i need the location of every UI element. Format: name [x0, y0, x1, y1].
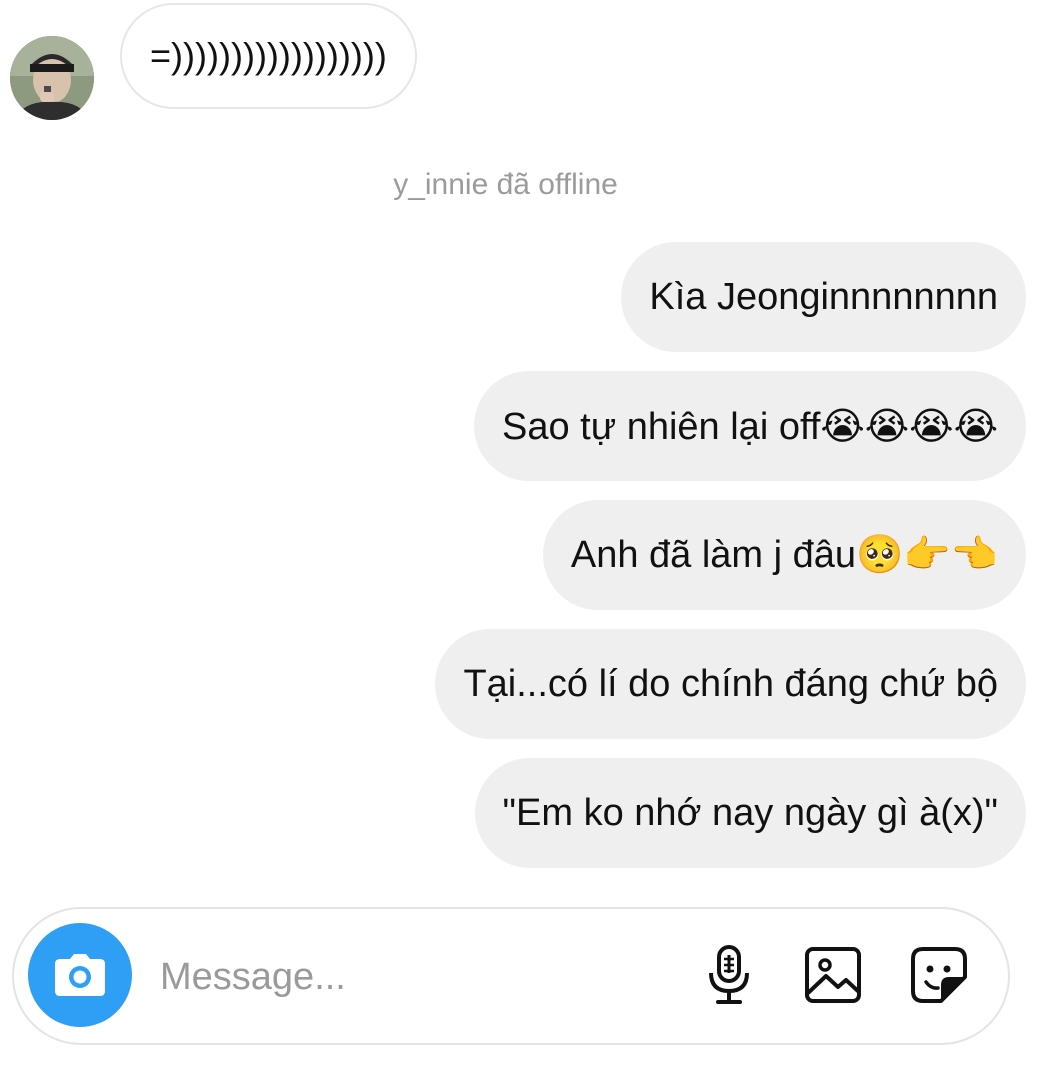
microphone-button[interactable]	[697, 943, 761, 1007]
sticker-icon	[911, 947, 967, 1003]
outgoing-message-bubble[interactable]: Tại...có lí do chính đáng chứ bộ	[435, 629, 1026, 739]
outgoing-message-bubble[interactable]: "Em ko nhớ nay ngày gì à(x)"	[474, 758, 1026, 868]
microphone-icon	[709, 945, 749, 1004]
avatar-image	[10, 36, 94, 120]
incoming-message-text: =))))))))))))))))))	[150, 35, 387, 76]
gallery-button[interactable]	[801, 943, 865, 1007]
gallery-icon	[805, 947, 861, 1003]
contact-avatar[interactable]	[10, 36, 94, 120]
camera-button[interactable]	[28, 923, 132, 1027]
incoming-message-bubble[interactable]: =))))))))))))))))))	[120, 3, 417, 109]
sticker-button[interactable]	[907, 943, 971, 1007]
offline-status-text: y_innie đã offline	[393, 168, 618, 201]
outgoing-message-text: Tại...có lí do chính đáng chứ bộ	[463, 662, 998, 705]
outgoing-message-bubble[interactable]: Sao tự nhiên lại off😭😭😭😭	[473, 371, 1026, 481]
message-input[interactable]	[160, 949, 680, 1005]
outgoing-message-bubble[interactable]: Kìa Jeonginnnnnnnn	[621, 242, 1026, 352]
outgoing-message-bubble[interactable]: Anh đã làm j đâu🥺👉👈	[542, 500, 1026, 610]
camera-icon	[55, 954, 105, 996]
outgoing-message-text: Anh đã làm j đâu🥺👉👈	[570, 534, 998, 576]
outgoing-message-text: "Em ko nhớ nay ngày gì à(x)"	[502, 791, 998, 834]
outgoing-message-text: Sao tự nhiên lại off😭😭😭😭	[501, 405, 998, 448]
outgoing-message-text: Kìa Jeonginnnnnnnn	[649, 275, 998, 318]
message-composer	[12, 907, 1010, 1045]
